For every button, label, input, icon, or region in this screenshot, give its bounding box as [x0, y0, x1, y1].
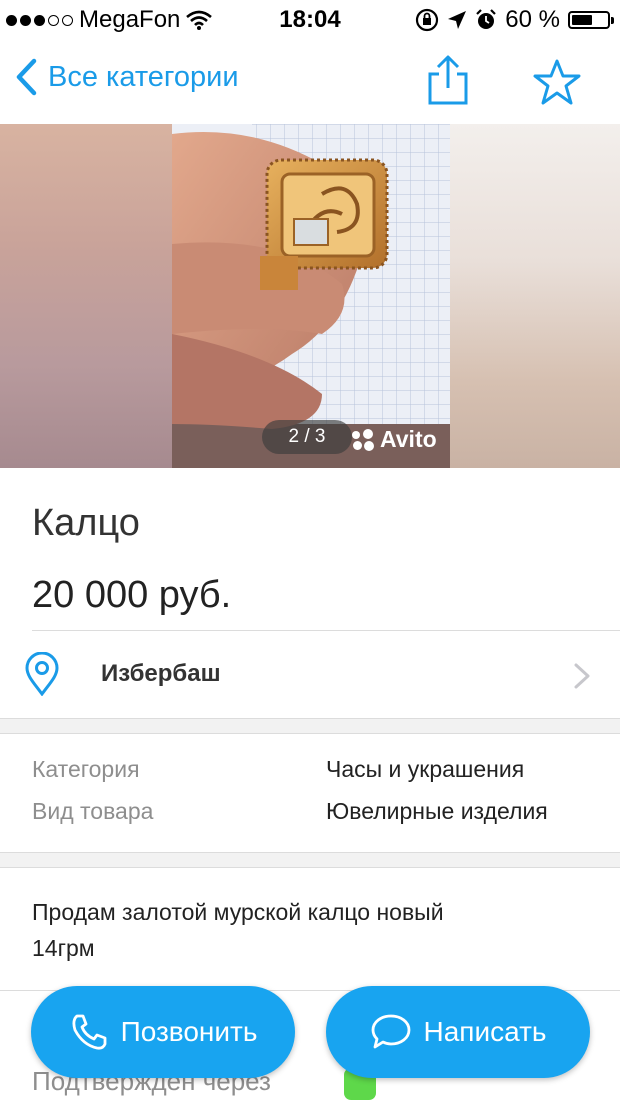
orientation-lock-icon	[416, 8, 439, 32]
previous-photo-preview	[0, 124, 172, 468]
price-divider	[32, 630, 620, 631]
status-right: 60 %	[415, 6, 614, 34]
alarm-icon	[476, 9, 497, 29]
chevron-right-icon	[574, 663, 590, 689]
back-chevron-icon	[16, 58, 37, 96]
battery-percent: 60 %	[505, 6, 560, 33]
listing-price: 20 000 руб.	[32, 574, 232, 616]
call-button[interactable]: Позвонить	[31, 986, 295, 1078]
back-button[interactable]: Все категории	[14, 58, 239, 96]
favorite-button[interactable]	[532, 58, 582, 106]
location-label: Избербаш	[101, 660, 221, 687]
location-arrow-icon	[448, 11, 467, 29]
section-separator	[0, 852, 620, 868]
battery-icon	[568, 11, 614, 29]
avito-watermark: Avito	[352, 426, 437, 453]
section-separator	[0, 718, 620, 734]
param-key-category: Категория	[32, 756, 140, 782]
status-bar: MegaFon 18:04 60 %	[0, 0, 620, 40]
nav-bar: Все категории	[0, 40, 620, 124]
param-key-item-type: Вид товара	[32, 798, 154, 824]
listing-description: Продам залотой мурской калцо новый 14грм	[32, 899, 444, 961]
ring-photo	[172, 124, 450, 468]
chat-bubble-icon	[371, 1014, 410, 1049]
photo-counter: 2 / 3	[262, 420, 352, 454]
param-value-category: Часы и украшения	[326, 756, 525, 782]
back-label: Все категории	[48, 60, 239, 93]
param-value-item-type: Ювелирные изделия	[326, 798, 548, 824]
main-photo	[172, 124, 450, 468]
next-photo-preview	[450, 124, 620, 468]
phone-icon	[72, 1014, 106, 1050]
message-button-label: Написать	[423, 1016, 547, 1047]
avito-watermark-text: Avito	[380, 426, 437, 452]
call-button-label: Позвонить	[120, 1016, 258, 1047]
photo-gallery[interactable]	[0, 124, 620, 468]
message-button[interactable]: Написать	[326, 986, 590, 1078]
location-row[interactable]: Избербаш	[0, 632, 620, 718]
share-icon	[428, 55, 468, 105]
location-pin-icon	[25, 652, 59, 696]
listing-title: Калцо	[32, 502, 140, 544]
avito-logo-icon	[352, 428, 376, 451]
share-button[interactable]	[424, 54, 472, 106]
star-icon	[533, 59, 581, 105]
